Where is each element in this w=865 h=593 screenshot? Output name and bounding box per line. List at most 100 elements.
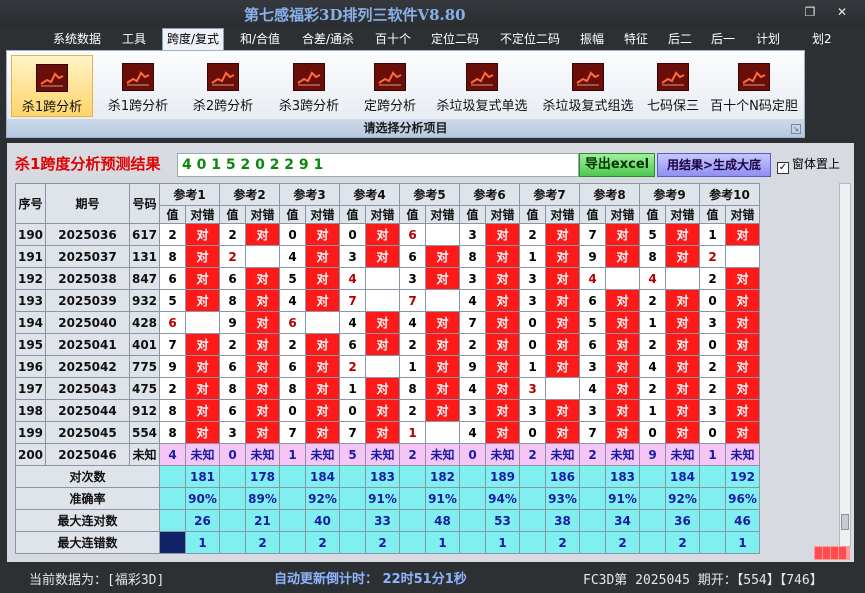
table-row[interactable]: 196 2025042 775 9 对 6 对 6 对 2 1 对 9 对 1 对 3 对 4 对 2 对 <box>15 355 760 378</box>
cell-hit: 对 <box>425 399 460 422</box>
menu-item[interactable]: 后一 <box>711 30 735 50</box>
cell-value: 1 <box>519 245 546 268</box>
cell-period: 2025038 <box>45 267 130 290</box>
cell-hit: 对 <box>485 267 520 290</box>
summary-spacer <box>639 487 666 510</box>
scroll-thumb[interactable] <box>841 514 849 530</box>
chart-icon <box>207 63 239 91</box>
cell-prediction: 2 <box>519 443 546 466</box>
pending-row[interactable]: 200 2025046 未知 4 未知 0 未知 1 未知 5 未知 2 未知 0 未知 2 未知 2 未知 9 未知 1… <box>15 443 760 466</box>
table-row[interactable]: 194 2025040 428 6 9 对 6 4 对 4 对 7 对 0 对 5 对 1 对 3 对 <box>15 311 760 334</box>
summary-value: 2 <box>365 531 400 554</box>
menu-item[interactable]: 定位二码 <box>431 30 479 50</box>
cell-hit: 对 <box>545 355 580 378</box>
menu-item[interactable]: 划2 <box>812 30 832 50</box>
column-header-hit: 对错 <box>725 205 760 224</box>
summary-value: 183 <box>605 465 640 488</box>
cell-hit: 对 <box>425 311 460 334</box>
menu-item[interactable]: 工具 <box>122 30 146 50</box>
close-icon[interactable]: ✕ <box>832 4 852 20</box>
cell-value: 6 <box>399 245 426 268</box>
cell-hit: 对 <box>305 289 340 312</box>
ribbon-button[interactable]: 七码保三 <box>641 55 705 117</box>
table-row[interactable]: 199 2025045 554 8 对 3 对 7 对 7 对 1 4 对 0 对 7 对 0 对 0 对 <box>15 421 760 444</box>
table-row[interactable]: 191 2025037 131 8 对 2 4 对 3 对 6 对 8 对 1 对 9 对 8 对 2 <box>15 245 760 268</box>
generate-base-button[interactable]: 用结果>生成大底 <box>657 153 771 177</box>
export-excel-button[interactable]: 导出excel <box>579 153 655 177</box>
summary-spacer <box>339 509 366 532</box>
vertical-scrollbar[interactable] <box>839 183 851 547</box>
table-row[interactable]: 197 2025043 475 2 对 8 对 8 对 1 对 8 对 4 对 3 4 对 2 对 2 对 <box>15 377 760 400</box>
cell-value: 6 <box>219 267 246 290</box>
summary-spacer <box>339 465 366 488</box>
ribbon-button[interactable]: 杀1跨分析 <box>99 55 177 117</box>
menu-item[interactable]: 计划 <box>756 30 780 50</box>
ribbon-button[interactable]: 杀垃圾复式单选 <box>429 55 535 117</box>
table-row[interactable]: 192 2025038 847 6 对 6 对 5 对 4 3 对 3 对 3 对 4 4 2 对 <box>15 267 760 290</box>
menu-item[interactable]: 后二 <box>668 30 692 50</box>
result-field[interactable]: 4 0 1 5 2 0 2 2 9 1 <box>177 153 579 177</box>
menu-item[interactable]: 跨度/复式 <box>162 28 225 50</box>
menu-item[interactable]: 合差/通杀 <box>302 30 354 50</box>
ribbon-button[interactable]: 杀1跨分析 <box>11 55 93 117</box>
dialog-launcher-icon[interactable]: ↘ <box>791 124 801 134</box>
column-header-ref: 参考6 <box>459 183 520 206</box>
summary-value: 48 <box>425 509 460 532</box>
cell-value: 3 <box>399 267 426 290</box>
ribbon-caption: 请选择分析项目 <box>7 119 804 137</box>
cell-seq: 193 <box>15 289 46 312</box>
menu-item[interactable]: 和/合值 <box>240 30 280 50</box>
cell-value: 3 <box>579 399 606 422</box>
table-row[interactable]: 198 2025044 912 8 对 6 对 0 对 0 对 2 对 3 对 3 对 3 对 1 对 3 对 <box>15 399 760 422</box>
ribbon-button[interactable]: 定跨分析 <box>355 55 425 117</box>
cell-value: 4 <box>459 377 486 400</box>
cell-hit: 对 <box>665 223 700 246</box>
ribbon-button-label: 杀1跨分析 <box>21 100 83 115</box>
menu-item[interactable]: 百十个 <box>375 30 411 50</box>
summary-value: 53 <box>485 509 520 532</box>
menu-item[interactable]: 系统数据 <box>53 30 101 50</box>
summary-value: 2 <box>245 531 280 554</box>
summary-row: 准确率 90% 89% 92% 91% 91% 94% 93% 91% 92% 96% <box>15 487 760 510</box>
cell-value: 3 <box>519 289 546 312</box>
summary-spacer <box>519 509 546 532</box>
menu-item[interactable]: 不定位二码 <box>500 30 560 50</box>
cell-value: 2 <box>399 399 426 422</box>
menu-item[interactable]: 振幅 <box>580 30 604 50</box>
cell-hit: 对 <box>605 289 640 312</box>
summary-spacer <box>279 509 306 532</box>
cell-hit: 对 <box>305 245 340 268</box>
checkbox-icon[interactable]: ✓ <box>777 162 789 174</box>
summary-spacer <box>339 531 366 554</box>
table-row[interactable]: 190 2025036 617 2 对 2 对 0 对 0 对 6 3 对 2 对 7 对 5 对 1 对 <box>15 223 760 246</box>
cell-value: 6 <box>159 267 186 290</box>
cell-value: 0 <box>339 399 366 422</box>
ribbon-button[interactable]: 杀2跨分析 <box>183 55 263 117</box>
summary-spacer <box>219 465 246 488</box>
cell-hit <box>605 267 640 290</box>
ribbon-button[interactable]: 杀垃圾复式组选 <box>537 55 639 117</box>
cell-hit: 对 <box>185 377 220 400</box>
column-header-hit: 对错 <box>425 205 460 224</box>
window-on-top-checkbox[interactable]: ✓ 窗体置上 <box>777 155 840 174</box>
table-row[interactable]: 195 2025041 401 7 对 2 对 2 对 6 对 2 对 2 对 0 对 6 对 2 对 0 对 <box>15 333 760 356</box>
summary-spacer <box>159 531 186 554</box>
cell-hit: 对 <box>245 223 280 246</box>
cell-value: 4 <box>579 267 606 290</box>
cell-hit: 对 <box>425 267 460 290</box>
column-header-hit: 对错 <box>305 205 340 224</box>
cell-value: 3 <box>579 355 606 378</box>
cell-hit: 对 <box>245 333 280 356</box>
summary-spacer <box>399 487 426 510</box>
summary-row: 对次数 181 178 184 183 182 189 186 183 184 192 <box>15 465 760 488</box>
column-header-value: 值 <box>639 205 666 224</box>
cell-hit: 对 <box>185 355 220 378</box>
cell-seq: 198 <box>15 399 46 422</box>
cell-hit: 对 <box>665 245 700 268</box>
ribbon-button[interactable]: 百十个N码定胆 <box>707 55 801 117</box>
restore-icon[interactable]: ❐ <box>800 4 820 20</box>
menu-item[interactable]: 特征 <box>624 30 648 50</box>
ribbon-button[interactable]: 杀3跨分析 <box>269 55 349 117</box>
cell-hit: 对 <box>545 421 580 444</box>
table-row[interactable]: 193 2025039 932 5 对 8 对 4 对 7 7 4 对 3 对 6 对 2 对 0 对 <box>15 289 760 312</box>
